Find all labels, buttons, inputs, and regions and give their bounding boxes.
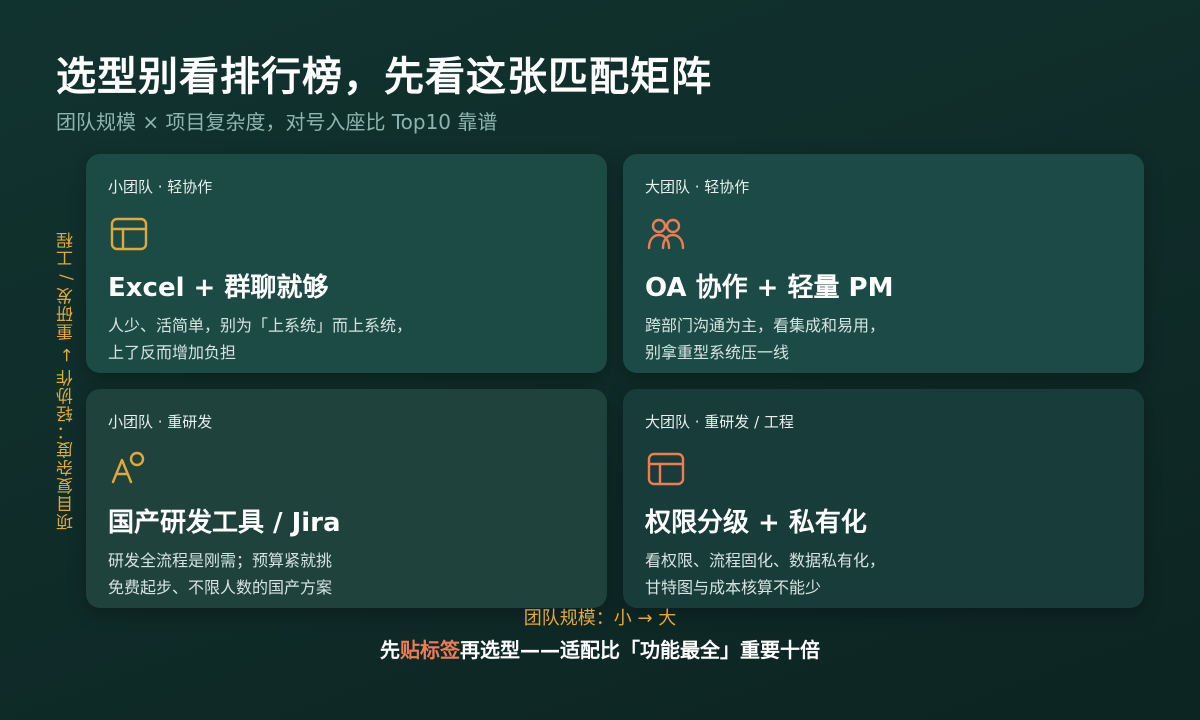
card-description: 看权限、流程固化、数据私有化， 甘特图与成本核算不能少: [645, 547, 1122, 601]
users-icon: [645, 213, 687, 255]
card-large-heavy: 大团队 · 重研发 / 工程 权限分级 + 私有化 看权限、流程固化、数据私有化…: [623, 389, 1144, 608]
card-description: 跨部门沟通为主，看集成和易用， 别拿重型系统压一线: [645, 312, 1122, 366]
card-tag: 小团队 · 重研发: [108, 413, 213, 431]
card-tag: 小团队 · 轻协作: [108, 178, 213, 196]
card-description: 人少、活简单，别为「上系统」而上系统， 上了反而增加负担: [108, 312, 585, 366]
y-axis: 项目复杂度：轻协作 → 重研发 / 工程: [54, 155, 78, 607]
footer-suffix: 再选型——适配比「功能最全」重要十倍: [460, 638, 820, 662]
card-heading: 国产研发工具 / Jira: [108, 508, 341, 538]
table-icon: [108, 213, 150, 255]
card-description: 研发全流程是刚需；预算紧就挑 免费起步、不限人数的国产方案: [108, 547, 585, 601]
card-desc-line: 别拿重型系统压一线: [645, 343, 790, 362]
card-desc-line: 上了反而增加负担: [108, 343, 237, 362]
footer-highlight: 贴标签: [400, 638, 460, 662]
card-large-light: 大团队 · 轻协作 OA 协作 + 轻量 PM 跨部门沟通为主，看集成和易用， …: [623, 154, 1144, 373]
matrix-grid: 小团队 · 轻协作 Excel + 群聊就够 人少、活简单，别为「上系统」而上系…: [86, 154, 1144, 608]
shapes-icon: [108, 448, 150, 490]
card-heading: Excel + 群聊就够: [108, 273, 329, 303]
card-heading: OA 协作 + 轻量 PM: [645, 273, 894, 303]
x-axis-label: 团队规模：小 → 大: [523, 608, 677, 629]
card-tag: 大团队 · 轻协作: [645, 178, 750, 196]
card-desc-line: 研发全流程是刚需；预算紧就挑: [108, 551, 333, 570]
card-desc-line: 人少、活简单，别为「上系统」而上系统，: [108, 316, 413, 335]
page-title: 选型别看排行榜，先看这张匹配矩阵: [56, 54, 712, 100]
page-subtitle: 团队规模 × 项目复杂度，对号入座比 Top10 靠谱: [56, 110, 498, 134]
card-small-heavy: 小团队 · 重研发 国产研发工具 / Jira 研发全流程是刚需；预算紧就挑 免…: [86, 389, 607, 608]
card-small-light: 小团队 · 轻协作 Excel + 群聊就够 人少、活简单，别为「上系统」而上系…: [86, 154, 607, 373]
footer-prefix: 先: [380, 638, 400, 662]
card-desc-line: 甘特图与成本核算不能少: [645, 578, 822, 597]
card-tag: 大团队 · 重研发 / 工程: [645, 413, 794, 431]
card-desc-line: 看权限、流程固化、数据私有化，: [645, 551, 886, 570]
card-heading: 权限分级 + 私有化: [645, 508, 867, 538]
table-icon: [645, 448, 687, 490]
footer-tagline: 先贴标签再选型——适配比「功能最全」重要十倍: [0, 634, 1200, 663]
card-desc-line: 跨部门沟通为主，看集成和易用，: [645, 316, 886, 335]
card-desc-line: 免费起步、不限人数的国产方案: [108, 578, 333, 597]
y-axis-label: 项目复杂度：轻协作 → 重研发 / 工程: [56, 231, 77, 531]
